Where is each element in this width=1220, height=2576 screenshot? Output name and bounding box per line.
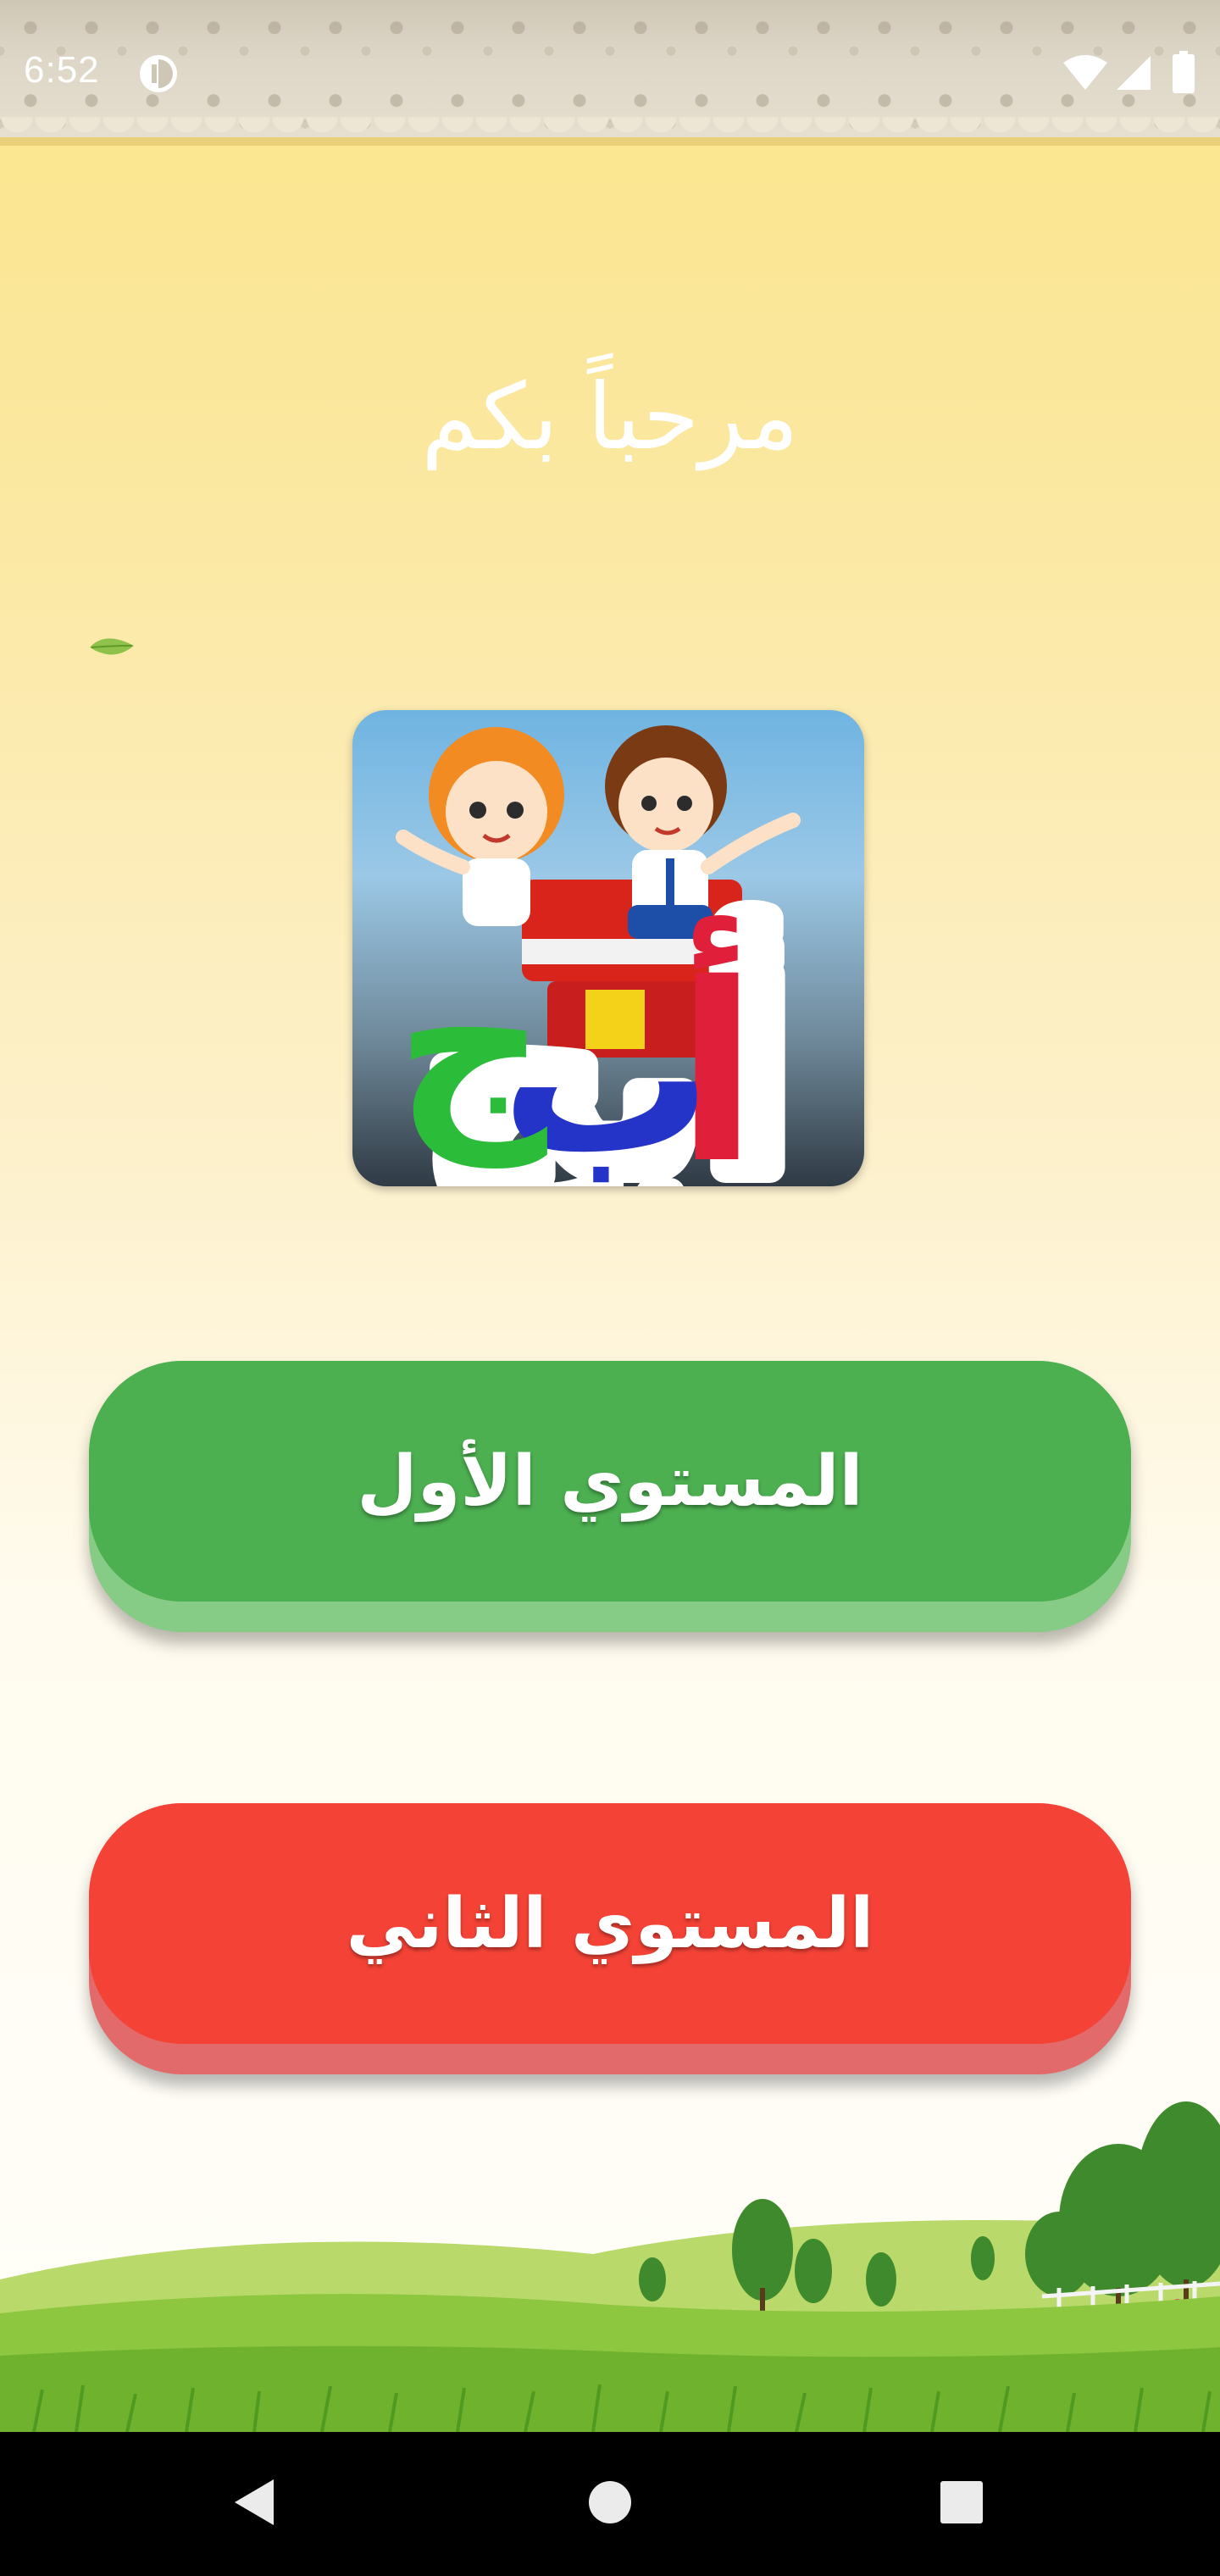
logo-letter-jeem: ج <box>395 920 547 1169</box>
landscape-illustration <box>0 1949 1220 2433</box>
battery-icon <box>1173 51 1195 97</box>
leaf-decoration <box>88 634 136 666</box>
level-one-label: المستوي الأول <box>357 1441 863 1522</box>
level-one-button[interactable]: المستوي الأول <box>89 1361 1131 1632</box>
navigation-bar <box>0 2432 1220 2576</box>
nav-back-button[interactable] <box>169 2432 339 2576</box>
app-screen: 6:52 مرحباً بكم أبج أ ب ج المستوي الأول … <box>0 0 1220 2576</box>
wifi-icon <box>1063 54 1107 95</box>
back-icon <box>231 2478 277 2530</box>
nav-recents-button[interactable] <box>877 2432 1046 2576</box>
cellular-signal-icon <box>1115 54 1152 95</box>
status-time: 6:52 <box>24 49 100 91</box>
level-one-button-face[interactable]: المستوي الأول <box>89 1361 1131 1602</box>
nav-home-button[interactable] <box>525 2432 695 2576</box>
recents-icon <box>940 2481 983 2527</box>
data-saver-icon <box>137 53 180 98</box>
status-bar: 6:52 <box>0 0 1220 146</box>
welcome-heading: مرحباً بكم <box>421 364 799 470</box>
app-logo: أبج أ ب ج <box>352 710 864 1186</box>
home-icon <box>588 2480 632 2528</box>
